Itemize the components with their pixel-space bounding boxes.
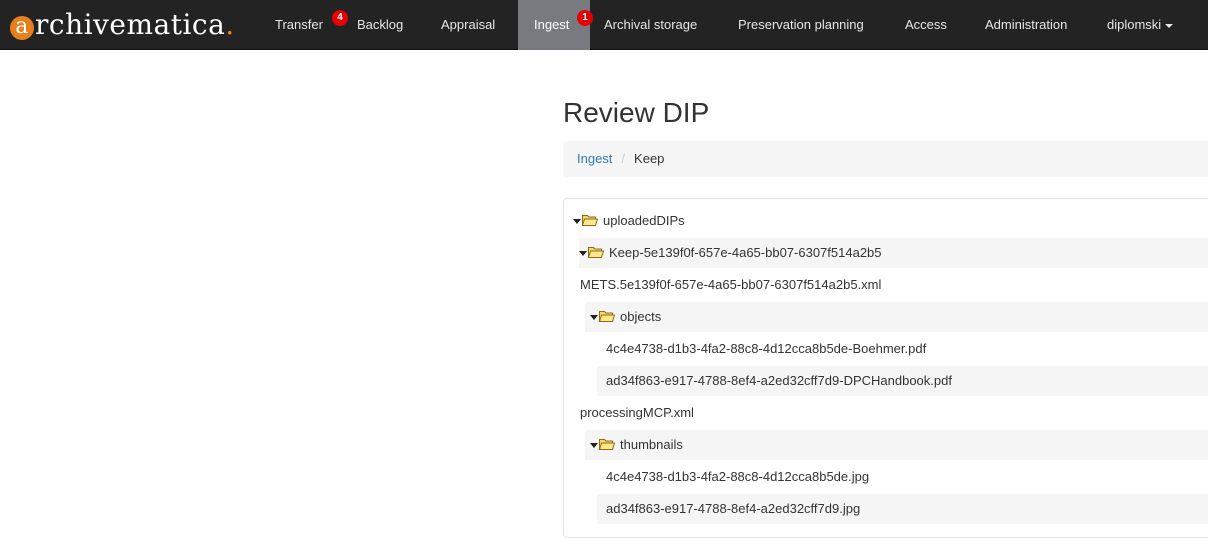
tree-folder-label: objects <box>620 309 662 324</box>
breadcrumb-separator: / <box>621 151 626 166</box>
nav-backlog[interactable]: Backlog <box>357 0 403 50</box>
folder-icon <box>588 247 604 259</box>
expand-triangle-icon[interactable] <box>590 443 598 449</box>
tree-file-mets[interactable]: METS.5e139f0f-657e-4a65-bb07-6307f514a2b… <box>579 270 1208 300</box>
ingest-badge: 1 <box>577 10 593 26</box>
breadcrumb-ingest-link[interactable]: Ingest <box>577 151 612 166</box>
brand-letter: a <box>10 16 34 40</box>
tree-folder-thumbnails[interactable]: thumbnails <box>585 430 1208 460</box>
tree-file-label: METS.5e139f0f-657e-4a65-bb07-6307f514a2b… <box>580 277 882 292</box>
nav-backlog-label: Backlog <box>357 17 404 32</box>
tree-folder-uploadeddips[interactable]: uploadedDIPs <box>573 206 685 236</box>
tree-file-label: ad34f863-e917-4788-8ef4-a2ed32cff7d9-DPC… <box>606 373 952 388</box>
folder-icon <box>599 439 615 451</box>
tree-folder-label: Keep-5e139f0f-657e-4a65-bb07-6307f514a2b… <box>609 245 882 260</box>
tree-file-processing[interactable]: processingMCP.xml <box>579 398 1208 428</box>
expand-triangle-icon[interactable] <box>579 251 587 257</box>
nav-transfer[interactable]: Transfer <box>275 0 323 50</box>
folder-icon <box>582 215 598 227</box>
tree-folder-label: thumbnails <box>620 437 683 452</box>
breadcrumb: Ingest / Keep <box>563 141 1208 177</box>
tree-file-label: processingMCP.xml <box>580 405 694 420</box>
user-menu[interactable]: diplomski <box>1107 0 1174 50</box>
page-title: Review DIP <box>563 97 710 128</box>
tree-file-object-2[interactable]: ad34f863-e917-4788-8ef4-a2ed32cff7d9-DPC… <box>597 366 1208 396</box>
nav-archival-storage-label: Archival storage <box>604 17 698 32</box>
user-name: diplomski <box>1107 17 1162 32</box>
tree-file-thumbnail-2[interactable]: ad34f863-e917-4788-8ef4-a2ed32cff7d9.jpg <box>597 494 1208 524</box>
nav-appraisal[interactable]: Appraisal <box>441 0 495 50</box>
nav-appraisal-label: Appraisal <box>441 17 496 32</box>
nav-access[interactable]: Access <box>905 0 947 50</box>
top-navbar: a rchivematica. Transfer 4 Backlog Apprai… <box>0 0 1208 50</box>
tree-file-label: 4c4e4738-d1b3-4fa2-88c8-4d12cca8b5de-Boe… <box>606 341 927 356</box>
folder-icon <box>599 311 615 323</box>
nav-preservation-planning[interactable]: Preservation planning <box>738 0 864 50</box>
expand-triangle-icon[interactable] <box>590 315 598 321</box>
breadcrumb-current: Keep <box>634 151 665 166</box>
tree-file-label: 4c4e4738-d1b3-4fa2-88c8-4d12cca8b5de.jpg <box>606 469 870 484</box>
nav-administration-label: Administration <box>985 17 1068 32</box>
nav-administration[interactable]: Administration <box>985 0 1067 50</box>
tree-file-label: ad34f863-e917-4788-8ef4-a2ed32cff7d9.jpg <box>606 501 861 516</box>
archivematica-logo[interactable]: a rchivematica. <box>10 9 235 41</box>
nav-archival-storage[interactable]: Archival storage <box>604 0 697 50</box>
nav-preservation-planning-label: Preservation planning <box>738 17 864 32</box>
tree-file-thumbnail-1[interactable]: 4c4e4738-d1b3-4fa2-88c8-4d12cca8b5de.jpg <box>597 462 1208 492</box>
nav-ingest-label: Ingest <box>534 17 570 32</box>
caret-down-icon <box>1165 23 1174 28</box>
nav-transfer-label: Transfer <box>275 17 323 32</box>
tree-folder-package[interactable]: Keep-5e139f0f-657e-4a65-bb07-6307f514a2b… <box>579 238 1208 268</box>
tree-folder-label: uploadedDIPs <box>603 213 685 228</box>
nav-access-label: Access <box>905 17 947 32</box>
expand-triangle-icon[interactable] <box>573 219 581 225</box>
nav-ingest[interactable]: Ingest <box>518 0 590 50</box>
brand-dot: . <box>225 8 235 41</box>
tree-folder-objects[interactable]: objects <box>585 302 1208 332</box>
brand-name: rchivematica <box>35 8 226 41</box>
tree-file-object-1[interactable]: 4c4e4738-d1b3-4fa2-88c8-4d12cca8b5de-Boe… <box>597 334 1208 364</box>
transfer-badge: 4 <box>332 10 348 26</box>
